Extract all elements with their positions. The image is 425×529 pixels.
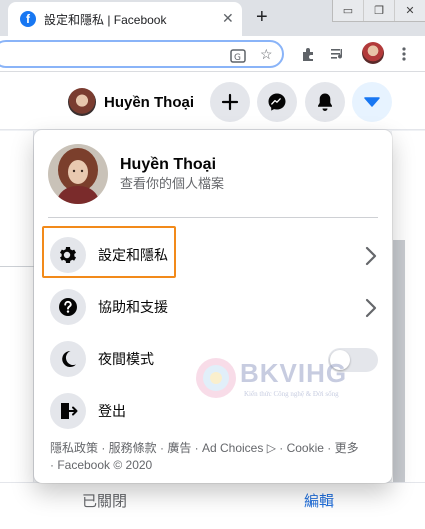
status-text: 已關閉 [82,493,128,510]
menu-item-label: 登出 [98,403,126,419]
page-bottom-row [0,482,425,529]
watermark-tagline: Kiến thức Công nghệ & Đời sống [244,390,339,398]
moon-icon [50,341,86,377]
profile-avatar [48,144,108,204]
browser-profile-avatar[interactable] [362,42,384,64]
window-controls: ▭ ❐ ✕ [332,0,425,22]
address-bar[interactable]: G ☆ [0,40,284,68]
profile-link[interactable]: Huyền Thoại 查看你的個人檔案 [48,144,224,204]
footer-links[interactable]: 隱私政策 · 服務條款 · 廣告 · Ad Choices ▷ · Cookie… [50,440,380,457]
tab-title: 設定和隱私 | Facebook [44,13,167,27]
account-dropdown-menu: Huyền Thoại 查看你的個人檔案 設定和隱私 協助和支援 夜間模式 登出… [34,130,392,483]
edit-link[interactable]: 編輯 [304,490,334,511]
minimize-button[interactable]: ▭ [333,0,364,21]
avatar [68,88,96,116]
window-close-button[interactable]: ✕ [395,0,425,21]
close-tab-icon[interactable]: ✕ [222,10,234,27]
menu-item-label: 設定和隱私 [98,247,168,263]
facebook-favicon-icon: f [20,11,36,27]
bell-icon [318,93,332,111]
left-panel [0,131,34,529]
logout-icon [50,393,86,429]
plus-icon [221,93,239,111]
media-queue-icon[interactable] [330,46,346,62]
divider [0,266,34,267]
messenger-icon [268,93,286,111]
chevron-right-icon [365,298,377,318]
menu-item-help-support[interactable]: 協助和支援 [44,282,382,332]
notifications-button[interactable] [305,82,345,122]
extensions-icon[interactable] [300,46,316,62]
new-tab-button[interactable]: + [256,5,268,29]
caret-down-icon [364,97,380,107]
tab-strip: f 設定和隱私 | Facebook ✕ + ▭ ❐ ✕ [0,0,425,36]
create-button[interactable] [210,82,250,122]
header-user-name: Huyền Thoại [104,93,195,111]
watermark: BKVIHG Kiến thức Công nghệ & Đời sống [194,352,384,404]
watermark-logo-icon [196,358,236,398]
gear-icon [50,237,86,273]
watermark-brand: BKVIHG [240,358,348,388]
restore-button[interactable]: ❐ [364,0,395,21]
view-profile-text: 查看你的個人檔案 [120,176,225,191]
menu-item-label: 協助和支援 [98,299,168,315]
chevron-right-icon [365,246,377,266]
menu-divider [48,217,378,218]
profile-name: Huyền Thoại [120,156,217,173]
more-menu-icon[interactable] [397,46,411,62]
menu-item-label: 夜間模式 [98,351,154,367]
footer-copyright: · Facebook © 2020 [50,458,153,472]
browser-tab[interactable]: f 設定和隱私 | Facebook ✕ [8,2,242,36]
bookmark-star-icon[interactable]: ☆ [260,46,273,63]
question-icon [50,289,86,325]
menu-footer: 隱私政策 · 服務條款 · 廣告 · Ad Choices ▷ · Cookie… [50,440,380,474]
messenger-button[interactable] [257,82,297,122]
menu-item-settings-privacy[interactable]: 設定和隱私 [44,230,382,280]
svg-text:G: G [234,53,241,63]
translate-icon[interactable]: G [230,48,246,64]
account-menu-button[interactable] [352,82,392,122]
header-profile-link[interactable]: Huyền Thoại [64,85,204,119]
